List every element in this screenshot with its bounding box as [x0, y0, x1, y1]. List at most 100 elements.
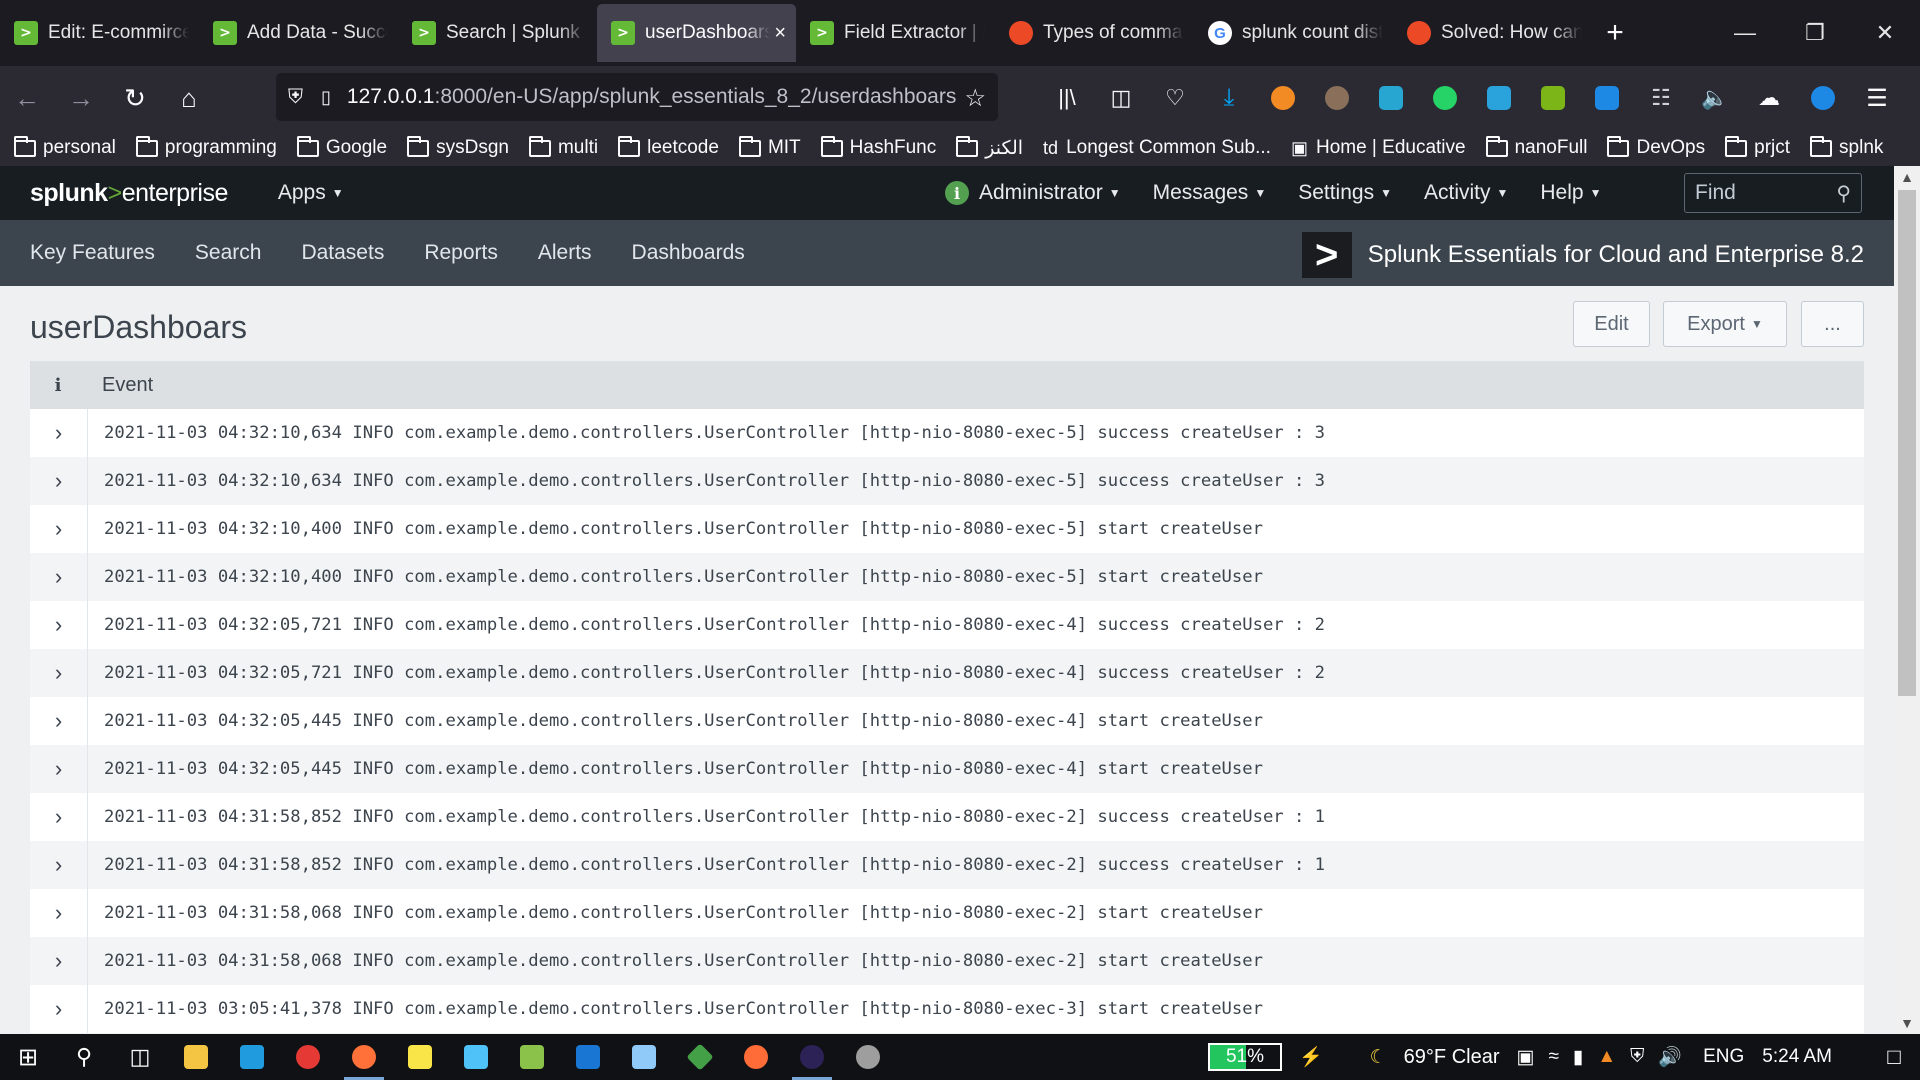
- expand-chevron-icon[interactable]: ›: [30, 985, 88, 1033]
- browser-tab[interactable]: > Edit: E-commirce: [0, 4, 199, 62]
- table-row[interactable]: › 2021-11-03 03:05:41,378 INFO com.exampl…: [30, 985, 1864, 1033]
- scroll-up-icon[interactable]: ▲: [1894, 166, 1920, 188]
- close-window-icon[interactable]: ✕: [1850, 0, 1920, 66]
- page-info-icon[interactable]: ▯: [321, 87, 331, 108]
- bookmark-item[interactable]: Google: [296, 135, 387, 159]
- clock-extension-icon[interactable]: [1796, 86, 1850, 110]
- browser-tab[interactable]: Gsplunk count dist: [1194, 4, 1393, 62]
- bookmark-item[interactable]: leetcode: [618, 135, 719, 159]
- expand-chevron-icon[interactable]: ›: [30, 409, 88, 457]
- screenshot-extension-icon[interactable]: [1364, 86, 1418, 110]
- app-nav-datasets[interactable]: Datasets: [301, 241, 384, 265]
- bookmark-item[interactable]: HashFunc: [820, 135, 936, 159]
- top-menu-help[interactable]: Help ▼: [1540, 181, 1601, 205]
- find-input[interactable]: Find ⚲: [1684, 173, 1862, 213]
- bookmark-item[interactable]: الكنز: [956, 135, 1023, 160]
- file-explorer-icon[interactable]: [168, 1034, 224, 1080]
- calendar-icon[interactable]: [560, 1034, 616, 1080]
- app-nav-key-features[interactable]: Key Features: [30, 241, 155, 265]
- reload-icon[interactable]: ↻: [108, 71, 162, 125]
- avast-extension-icon[interactable]: [1256, 86, 1310, 110]
- url-bar[interactable]: ⛨ ▯ 127.0.0.1:8000/en-US/app/splunk_esse…: [276, 73, 998, 121]
- table-row[interactable]: › 2021-11-03 04:32:10,400 INFO com.exampl…: [30, 553, 1864, 601]
- home-icon[interactable]: ⌂: [162, 71, 216, 125]
- table-row[interactable]: › 2021-11-03 04:32:05,721 INFO com.exampl…: [30, 649, 1864, 697]
- expand-chevron-icon[interactable]: ›: [30, 937, 88, 985]
- shield-icon[interactable]: ⛨: [288, 86, 303, 109]
- browser-tab[interactable]: > userDashboars ×: [597, 4, 796, 62]
- bookmark-item[interactable]: prjct: [1725, 135, 1790, 159]
- language-indicator[interactable]: ENG: [1703, 1046, 1744, 1068]
- windows-start-icon[interactable]: ⊞: [0, 1034, 56, 1080]
- more-actions-button[interactable]: ...: [1801, 301, 1864, 347]
- app-blue-icon[interactable]: [448, 1034, 504, 1080]
- app-nav-search[interactable]: Search: [195, 241, 262, 265]
- menu-icon[interactable]: ☰: [1850, 84, 1904, 113]
- notification-icon[interactable]: □: [1868, 1044, 1920, 1070]
- table-row[interactable]: › 2021-11-03 04:32:10,634 INFO com.exampl…: [30, 457, 1864, 505]
- bookmark-item[interactable]: splnk: [1810, 135, 1883, 159]
- reader-view-icon[interactable]: ◫: [1094, 85, 1148, 111]
- bookmark-item[interactable]: DevOps: [1607, 135, 1705, 159]
- speaker-icon[interactable]: 🔊: [1658, 1045, 1682, 1069]
- avast-tray-icon[interactable]: ▲: [1597, 1046, 1616, 1068]
- splunk-logo[interactable]: splunk>enterprise: [30, 179, 228, 208]
- top-menu-settings[interactable]: Settings ▼: [1298, 181, 1392, 205]
- meet-now-icon[interactable]: ▣: [1516, 1046, 1534, 1069]
- bookmark-item[interactable]: sysDsgn: [407, 135, 509, 159]
- expand-chevron-icon[interactable]: ›: [30, 793, 88, 841]
- eclipse-icon[interactable]: [784, 1034, 840, 1080]
- bookmark-item[interactable]: ▣ Home | Educative: [1291, 137, 1466, 159]
- app-l-icon[interactable]: [224, 1034, 280, 1080]
- bookmark-star-icon[interactable]: ☆: [964, 84, 986, 113]
- expand-chevron-icon[interactable]: ›: [30, 889, 88, 937]
- table-row[interactable]: › 2021-11-03 04:32:10,400 INFO com.exampl…: [30, 505, 1864, 553]
- table-row[interactable]: › 2021-11-03 04:32:05,445 INFO com.exampl…: [30, 745, 1864, 793]
- minimize-icon[interactable]: —: [1710, 0, 1780, 66]
- browser-tab[interactable]: > Add Data - Succe: [199, 4, 398, 62]
- vpn-extension-icon[interactable]: ☷: [1634, 85, 1688, 111]
- expand-chevron-icon[interactable]: ›: [30, 745, 88, 793]
- library-icon[interactable]: ||\: [1040, 85, 1094, 111]
- expand-chevron-icon[interactable]: ›: [30, 601, 88, 649]
- pocket-icon[interactable]: ♡: [1148, 85, 1202, 111]
- firefox-icon[interactable]: [336, 1034, 392, 1080]
- table-row[interactable]: › 2021-11-03 04:32:05,721 INFO com.exampl…: [30, 601, 1864, 649]
- expand-chevron-icon[interactable]: ›: [30, 649, 88, 697]
- task-view-icon[interactable]: ◫: [112, 1034, 168, 1080]
- restore-icon[interactable]: ❐: [1780, 0, 1850, 66]
- app-red-icon[interactable]: [280, 1034, 336, 1080]
- telegram-icon[interactable]: [1472, 86, 1526, 110]
- app-nav-dashboards[interactable]: Dashboards: [632, 241, 745, 265]
- taskbar-search-icon[interactable]: ⚲: [56, 1034, 112, 1080]
- table-row[interactable]: › 2021-11-03 04:31:58,068 INFO com.exampl…: [30, 937, 1864, 985]
- clock[interactable]: 5:24 AM: [1762, 1046, 1832, 1068]
- browser-tab[interactable]: Solved: How can: [1393, 4, 1592, 62]
- back-arrow-icon[interactable]: ←: [0, 71, 54, 125]
- profile-extension-icon[interactable]: [1310, 86, 1364, 110]
- edit-button[interactable]: Edit: [1573, 301, 1650, 347]
- weather-text[interactable]: 69°F Clear: [1404, 1046, 1500, 1069]
- export-button[interactable]: Export ▼: [1663, 301, 1787, 347]
- bookmark-item[interactable]: programming: [135, 135, 277, 159]
- notepad-icon[interactable]: [504, 1034, 560, 1080]
- browser-tab[interactable]: Types of commar: [995, 4, 1194, 62]
- battery-tray-icon[interactable]: ▮: [1573, 1046, 1583, 1069]
- bookmark-item[interactable]: td Longest Common Sub...: [1043, 137, 1271, 159]
- wifi-icon[interactable]: ≈: [1548, 1046, 1558, 1068]
- bookmark-item[interactable]: multi: [528, 135, 598, 159]
- vertical-scrollbar[interactable]: ▲ ▼: [1894, 166, 1920, 1034]
- sticky-notes-icon[interactable]: [392, 1034, 448, 1080]
- table-row[interactable]: › 2021-11-03 04:31:58,068 INFO com.exampl…: [30, 889, 1864, 937]
- top-menu-administrator[interactable]: Administrator ▼: [979, 181, 1121, 205]
- bookmark-item[interactable]: personal: [14, 135, 116, 159]
- analytics-extension-icon[interactable]: [1580, 86, 1634, 110]
- new-tab-button[interactable]: +: [1592, 4, 1638, 62]
- battery-indicator[interactable]: 51%: [1207, 1043, 1282, 1071]
- download-icon[interactable]: ⤓: [1202, 84, 1256, 112]
- defender-icon[interactable]: ⛨: [1630, 1046, 1644, 1068]
- volume-extension-icon[interactable]: 🔈: [1688, 85, 1742, 111]
- postman-icon[interactable]: [728, 1034, 784, 1080]
- top-menu-messages[interactable]: Messages ▼: [1153, 181, 1267, 205]
- browser-tab[interactable]: > Search | Splunk 8: [398, 4, 597, 62]
